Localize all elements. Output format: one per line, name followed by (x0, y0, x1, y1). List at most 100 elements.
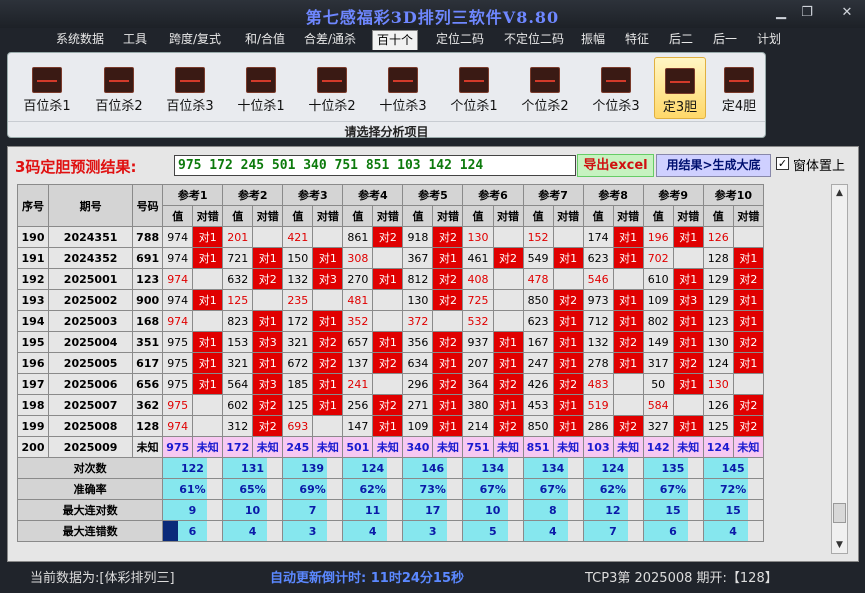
export-excel-button[interactable]: 导出excel (577, 154, 654, 177)
menu-item[interactable]: 定位二码 (426, 30, 494, 50)
menu-item[interactable]: 后一 (708, 30, 742, 50)
ribbon-button[interactable]: 十位杀2 (299, 57, 365, 119)
column-header: 值 (522, 205, 554, 227)
hit-cell: 对1 (732, 289, 765, 311)
stats-value: 12 (598, 499, 629, 521)
column-header: 参考4 (342, 184, 404, 206)
hit-cell (372, 289, 404, 311)
value-cell: 124 (702, 352, 734, 374)
hit-cell (252, 226, 284, 248)
hit-cell: 对2 (612, 415, 644, 437)
stats-value: 145 (718, 457, 750, 479)
column-header: 参考6 (462, 184, 524, 206)
column-header: 对错 (312, 205, 344, 227)
hit-cell (192, 268, 224, 290)
menu-item[interactable]: 和/合值 (236, 30, 294, 50)
predicted-value: 501 (342, 436, 374, 458)
hit-cell (492, 289, 524, 311)
ribbon-button[interactable]: 个位杀1 (441, 57, 507, 119)
hit-cell (312, 289, 344, 311)
close-icon[interactable]: ✕ (836, 4, 858, 22)
code-cell: 未知 (132, 436, 164, 458)
hit-cell (312, 415, 344, 437)
hit-cell: 对2 (732, 415, 765, 437)
chart-icon (601, 67, 631, 93)
menu-item[interactable]: 后二 (664, 30, 698, 50)
unknown-cell: 未知 (432, 436, 464, 458)
stats-label: 准确率 (16, 478, 164, 500)
hit-cell: 对2 (432, 331, 464, 353)
value-cell: 421 (282, 226, 314, 248)
stats-row: 最大连对数 9 10 7 11 17 10 8 12 15 15 (16, 499, 764, 521)
menu-item[interactable]: 计划 (752, 30, 786, 50)
code-cell: 617 (132, 352, 164, 374)
ribbon-caption: 请选择分析项目 (8, 121, 765, 140)
menu-item[interactable]: 工具 (118, 30, 152, 50)
maximize-icon[interactable]: ❐ (796, 4, 818, 22)
row-number: 200 (16, 436, 50, 458)
ribbon-button[interactable]: 定3胆 (654, 57, 706, 119)
minimize-icon[interactable]: ▁ (770, 4, 792, 22)
value-cell: 367 (402, 247, 434, 269)
ribbon-panel: 请选择分析项目 百位杀1 百位杀2 百位杀3 十位杀1 十位杀2 十位杀3 个位杀1 个位杀2… (7, 52, 766, 140)
menu-item[interactable]: 不定位二码 (498, 30, 570, 50)
value-cell: 974 (162, 310, 194, 332)
stats-value: 67% (538, 478, 569, 500)
ribbon-button[interactable]: 定4胆 (713, 57, 765, 119)
topmost-checkbox[interactable]: ✓ (776, 157, 789, 170)
menu-item[interactable]: 特征 (620, 30, 654, 50)
column-header: 参考3 (282, 184, 344, 206)
stats-value: 69% (297, 478, 329, 500)
hit-cell: 对3 (252, 373, 284, 395)
column-header: 值 (342, 205, 374, 227)
hit-cell: 对2 (372, 226, 404, 248)
menu-item[interactable]: 系统数据 (50, 30, 110, 50)
menu-item[interactable]: 合差/通杀 (298, 30, 362, 50)
ribbon-button[interactable]: 十位杀3 (370, 57, 436, 119)
hit-cell: 对1 (252, 352, 284, 374)
ribbon-button[interactable]: 个位杀3 (583, 57, 649, 119)
value-cell: 610 (642, 268, 674, 290)
menu-item[interactable]: 振幅 (576, 30, 610, 50)
hit-cell: 对1 (672, 268, 704, 290)
ribbon-button[interactable]: 十位杀1 (228, 57, 294, 119)
value-cell: 256 (342, 394, 374, 416)
vertical-scrollbar[interactable]: ▲ ▼ (831, 184, 848, 554)
value-cell: 532 (462, 310, 494, 332)
value-cell: 109 (402, 415, 434, 437)
stats-value: 139 (297, 457, 329, 479)
hit-cell: 对2 (432, 373, 464, 395)
stats-value: 3 (297, 520, 329, 542)
stats-value: 4 (538, 520, 569, 542)
value-cell: 147 (342, 415, 374, 437)
column-header: 值 (402, 205, 434, 227)
generate-base-button[interactable]: 用结果>生成大底 (656, 154, 771, 177)
ribbon-button[interactable]: 百位杀1 (14, 57, 80, 119)
topmost-label: 窗体置上 (793, 159, 846, 174)
ribbon-button[interactable]: 个位杀2 (512, 57, 578, 119)
scroll-up-icon[interactable]: ▲ (832, 185, 847, 201)
table-row: 192 2025001 123 974 632 对2 132 对3 270 对1 812 对2 408 4… (16, 268, 765, 290)
menu-item[interactable]: 跨度/复式 (162, 30, 228, 50)
menu-item[interactable]: 百十个 (372, 30, 418, 50)
hit-cell: 对2 (492, 247, 524, 269)
hit-cell: 对1 (552, 310, 584, 332)
ribbon-button[interactable]: 百位杀2 (86, 57, 152, 119)
value-cell: 519 (582, 394, 614, 416)
chart-icon (724, 67, 754, 93)
scroll-down-icon[interactable]: ▼ (832, 537, 847, 553)
column-header: 对错 (372, 205, 404, 227)
scroll-thumb[interactable] (833, 503, 846, 523)
predicted-value: 851 (522, 436, 554, 458)
issue-cell: 2024352 (48, 247, 134, 269)
stats-value: 67% (478, 478, 509, 500)
ribbon-button[interactable]: 百位杀3 (157, 57, 223, 119)
value-cell: 201 (222, 226, 254, 248)
value-cell: 861 (342, 226, 374, 248)
hit-cell: 对2 (672, 352, 704, 374)
table-row: 197 2025006 656 975 对1 564 对3 185 对1 241 296 对2 364 对… (16, 373, 765, 395)
prediction-result-field[interactable]: 975 172 245 501 340 751 851 103 142 124 (174, 155, 576, 176)
hit-cell: 对2 (732, 331, 765, 353)
column-header: 号码 (132, 184, 164, 227)
hit-cell (612, 268, 644, 290)
